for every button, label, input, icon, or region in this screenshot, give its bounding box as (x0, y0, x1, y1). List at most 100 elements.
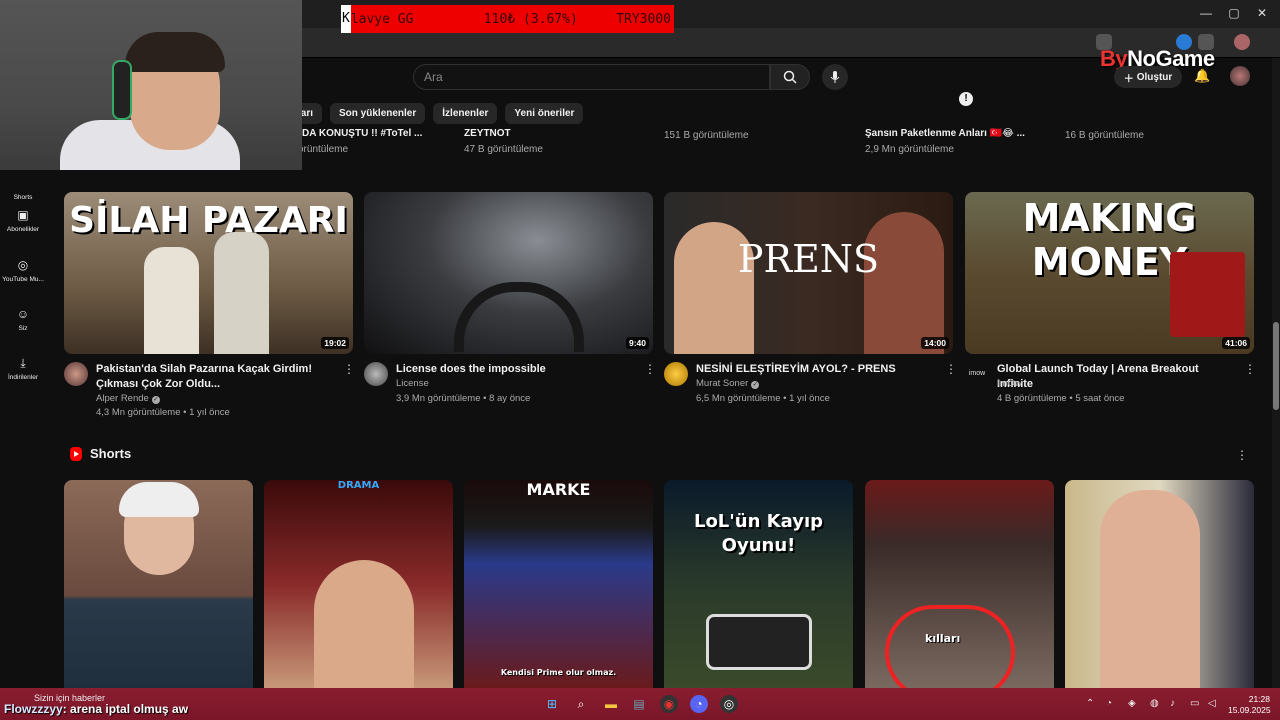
search-icon (783, 70, 797, 84)
short-thumbnail[interactable]: MARKE Kendisi Prime olur olmaz. (464, 480, 653, 690)
search-input[interactable]: Ara (413, 64, 770, 90)
short-thumbnail[interactable]: kılları (865, 480, 1054, 690)
thumbnail-beanie (119, 482, 199, 517)
minimize-button[interactable]: — (1196, 6, 1216, 20)
discord-tray-icon[interactable]: ◔ (1106, 698, 1112, 709)
thumbnail-circle (885, 605, 1015, 690)
channel-name[interactable]: Alper Rende ✓ (96, 393, 160, 404)
streamer-hair (125, 32, 225, 72)
short-thumbnail[interactable] (64, 480, 253, 690)
maximize-button[interactable]: ▢ (1224, 6, 1244, 20)
video-meta: 6,5 Mn görüntüleme • 1 yıl önce (696, 393, 830, 404)
downloads-icon: ⤓ (20, 356, 26, 370)
short-thumbnail[interactable] (1065, 480, 1254, 690)
filter-chips: ları Son yüklenenler İzlenenler Yeni öne… (296, 103, 584, 124)
thumbnail-figure (144, 247, 199, 354)
ticker-cursor: K (341, 5, 351, 33)
video-meta: 4,3 Mn görüntüleme • 1 yıl önce (96, 407, 230, 418)
short-caption: kılları (925, 632, 961, 645)
sidebar-item-shorts[interactable]: Shorts (0, 176, 46, 201)
short-caption: Kendisi Prime olur olmaz. (500, 668, 617, 677)
video-title[interactable]: NESİNİ ELEŞTİREYİM AYOL? - PRENS (696, 362, 936, 377)
app-icon[interactable]: ◎ (720, 695, 738, 713)
create-button[interactable]: ＋ Oluştur (1114, 66, 1182, 88)
video-thumbnail[interactable]: SİLAH PAZARI 19:02 (64, 192, 353, 354)
search-icon[interactable]: ⌕ (572, 695, 590, 713)
prev-video-views: 16 B görüntüleme (1065, 130, 1144, 141)
shorts-section-title: Shorts (90, 446, 132, 461)
close-window-button[interactable]: ✕ (1252, 6, 1272, 20)
more-options-icon[interactable]: ⋮ (644, 362, 656, 376)
chat-overlay-message: Flowzzzyy: arena iptal olmuş aw (4, 702, 188, 716)
voice-search-button[interactable] (822, 64, 848, 90)
volume-icon[interactable]: ◁ (1208, 698, 1216, 709)
more-options-icon[interactable]: ⋮ (343, 362, 355, 376)
shorts-logo-icon (70, 446, 82, 461)
video-title[interactable]: Global Launch Today | Arena Breakout Inf… (997, 362, 1237, 392)
discord-icon[interactable]: ◔ (690, 695, 708, 713)
short-thumbnail[interactable]: LoL'ün Kayıp Oyunu! (664, 480, 853, 690)
video-title[interactable]: License does the impossible (396, 362, 636, 377)
you-icon: ☺ (16, 307, 30, 321)
channel-avatar[interactable] (364, 362, 388, 386)
channel-avatar[interactable] (664, 362, 688, 386)
channel-name[interactable]: License (396, 378, 429, 389)
more-options-icon[interactable]: ⋮ (945, 362, 957, 376)
app-icon[interactable]: ▤ (630, 695, 648, 713)
info-icon[interactable]: ! (959, 92, 973, 106)
thumbnail-figure (864, 212, 944, 354)
prev-video-title[interactable]: ZEYTNOT (464, 128, 511, 139)
chip-watched[interactable]: İzlenenler (433, 103, 498, 124)
sidebar-item-you[interactable]: ☺ Siz (0, 307, 46, 332)
ticker-change: 110₺ (3.67%) (483, 11, 578, 27)
more-options-icon[interactable]: ⋮ (1244, 362, 1256, 376)
chat-username: Flowzzzyy (4, 702, 63, 716)
channel-avatar[interactable]: imow (965, 362, 989, 386)
tray-chevron-icon[interactable]: ⌃ (1086, 698, 1094, 709)
file-explorer-icon[interactable]: ▬ (602, 695, 620, 713)
prev-video-title[interactable]: DA KONUŞTU !! #ToTel ... (302, 128, 422, 139)
sidebar-item-subscriptions[interactable]: ▣ Abonelikler (0, 208, 46, 233)
chip-recently-uploaded[interactable]: Son yüklenenler (330, 103, 426, 124)
system-clock[interactable]: 21:28 15.09.2025 (1228, 694, 1271, 716)
prev-video-title[interactable]: Şansın Paketlenme Anları 🇹🇷😂 ... (865, 128, 1025, 139)
sidebar-item-label: Siz (18, 325, 28, 332)
video-duration: 41:06 (1222, 337, 1250, 349)
ticker-name: lavye GG (350, 11, 414, 27)
sidebar-item-label: Shorts (13, 194, 33, 201)
more-options-icon[interactable]: ⋮ (1236, 448, 1248, 462)
profile-icon[interactable] (1234, 34, 1250, 50)
sidebar-item-label: İndirilenler (8, 374, 38, 381)
thumbnail-figure (1100, 490, 1200, 690)
windows-start-icon[interactable]: ⊞ (543, 695, 561, 713)
notifications-bell-icon[interactable]: 🔔 (1194, 68, 1210, 84)
video-thumbnail[interactable]: MAKING MONEY 41:06 (965, 192, 1254, 354)
chip-new-to-you[interactable]: Yeni öneriler (505, 103, 584, 124)
headset-icon (112, 60, 132, 120)
short-thumbnail[interactable]: DRAMA (264, 480, 453, 690)
thumbnail-phone (706, 614, 812, 670)
video-title[interactable]: Pakistan'da Silah Pazarına Kaçak Girdim!… (96, 362, 336, 392)
video-thumbnail[interactable]: 9:40 (364, 192, 653, 354)
network-icon[interactable]: ▭ (1190, 698, 1199, 709)
tray-app-icon[interactable]: ◍ (1150, 698, 1159, 709)
thumbnail-steering-wheel (454, 282, 584, 352)
video-duration: 14:00 (921, 337, 949, 349)
thumbnail-box (1170, 252, 1245, 337)
chrome-icon[interactable]: ◉ (660, 695, 678, 713)
microphone-icon (830, 71, 840, 83)
channel-name[interactable]: ImOw (997, 378, 1022, 389)
tray-app-icon[interactable]: ◈ (1128, 698, 1136, 709)
short-top-text: DRAMA (337, 480, 380, 491)
scrollbar-thumb[interactable] (1273, 322, 1279, 410)
channel-name[interactable]: Murat Soner ✓ (696, 378, 760, 389)
video-thumbnail[interactable]: PRENS 14:00 (664, 192, 953, 354)
video-meta: 3,9 Mn görüntüleme • 8 ay önce (396, 393, 531, 404)
sidebar-item-label: YouTube Mu... (2, 276, 44, 283)
microphone-tray-icon[interactable]: ♪ (1170, 698, 1175, 709)
search-button[interactable] (770, 64, 810, 90)
channel-avatar[interactable] (64, 362, 88, 386)
sidebar-item-downloads[interactable]: ⤓ İndirilenler (0, 356, 46, 381)
sidebar-item-youtube-music[interactable]: ◎ YouTube Mu... (0, 258, 46, 283)
account-avatar[interactable] (1230, 66, 1250, 86)
